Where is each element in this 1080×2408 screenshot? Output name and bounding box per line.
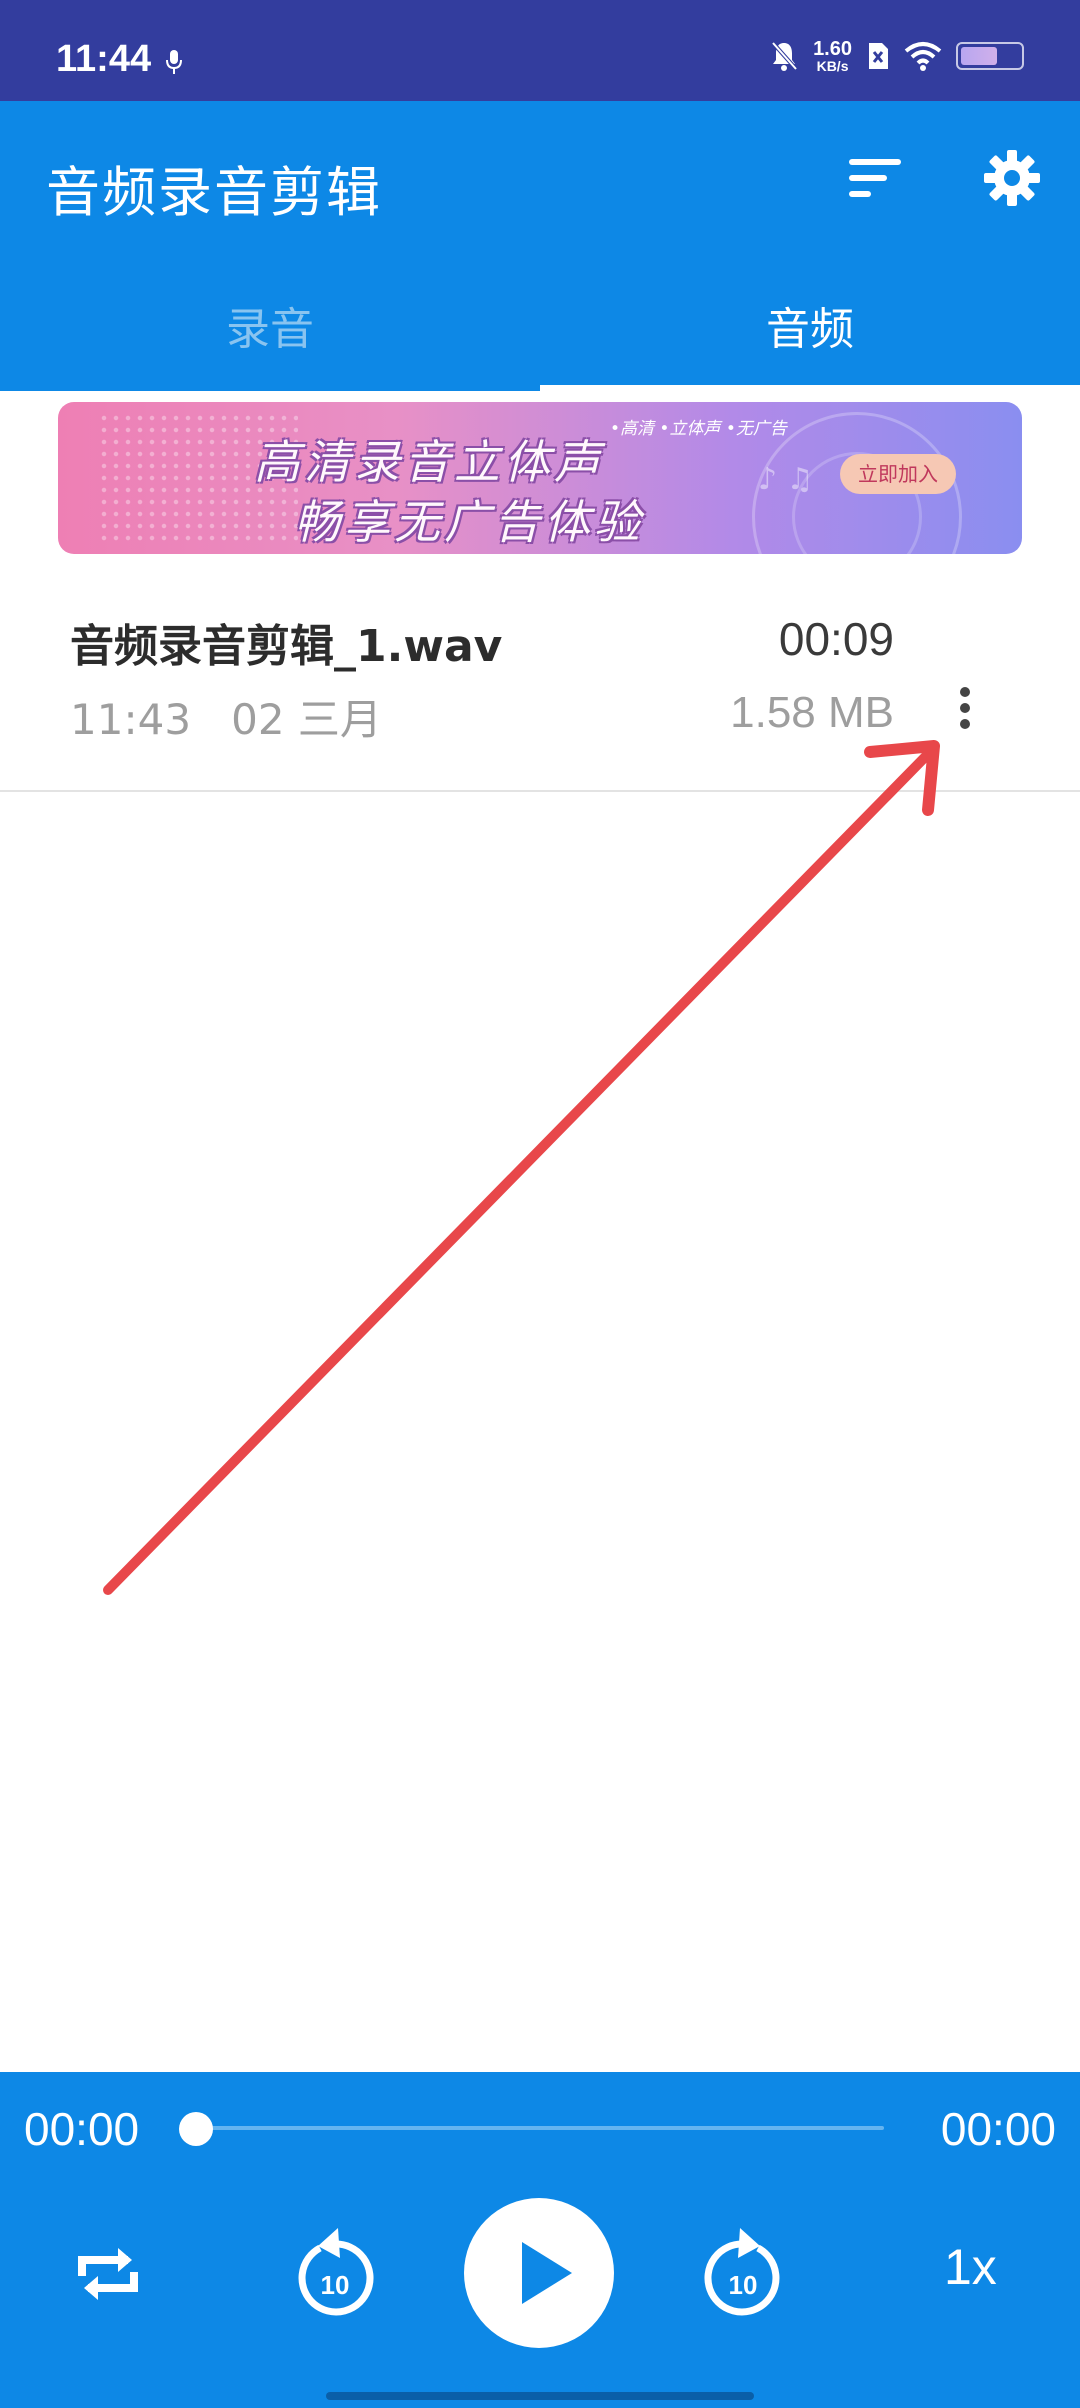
sim-icon <box>869 43 888 69</box>
net-speed: 1.60 KB/s <box>813 39 852 73</box>
current-time: 00:00 <box>24 2103 140 2155</box>
more-vert-icon[interactable] <box>942 684 988 744</box>
battery-level <box>961 47 997 65</box>
rewind-10-icon[interactable]: 10 <box>290 2218 380 2318</box>
banner-subheadline: 畅享无广告体验 <box>294 495 644 549</box>
repeat-icon[interactable] <box>72 2238 144 2310</box>
tab-indicator <box>540 385 1080 391</box>
wifi-icon <box>904 42 942 71</box>
music-note-icon: ♪ ♫ <box>758 462 814 497</box>
tab-record[interactable]: 录音 <box>0 290 540 390</box>
forward-seconds: 10 <box>729 2270 758 2300</box>
file-duration: 00:09 <box>778 613 894 665</box>
status-bar: 11:44 1.60 KB/s <box>0 0 1080 101</box>
mute-bell-icon <box>771 41 798 71</box>
play-button[interactable] <box>464 2198 614 2348</box>
settings-icon[interactable] <box>984 150 1040 206</box>
play-icon <box>522 2242 572 2304</box>
seek-thumb[interactable] <box>179 2112 213 2146</box>
banner-tags: •高清 •立体声 •无广告 <box>610 419 787 439</box>
total-time: 00:00 <box>940 2103 1056 2155</box>
join-button[interactable]: 立即加入 <box>840 454 956 494</box>
net-speed-value: 1.60 <box>813 38 852 60</box>
seek-bar[interactable] <box>196 2126 884 2130</box>
rewind-seconds: 10 <box>321 2270 350 2300</box>
promo-banner[interactable]: ♪ ♫ 高清录音立体声 畅享无广告体验 •高清 •立体声 •无广告 立即加入 <box>58 402 1022 554</box>
home-indicator[interactable] <box>326 2392 754 2400</box>
status-time: 11:44 <box>56 38 152 80</box>
file-name: 音频录音剪辑_1.wav <box>70 621 503 672</box>
audio-player: 00:00 00:00 10 10 1x <box>0 2072 1080 2408</box>
file-datetime: 11:43 02 三月 <box>70 686 382 747</box>
battery-icon <box>956 42 1024 70</box>
list-item[interactable]: 音频录音剪辑_1.wav 00:09 11:43 02 三月 1.58 MB <box>0 570 1080 792</box>
tab-audio[interactable]: 音频 <box>540 290 1080 390</box>
file-size: 1.58 MB <box>730 688 894 737</box>
status-icons: 1.60 KB/s <box>769 36 1024 76</box>
file-time: 11:43 <box>70 695 192 744</box>
net-speed-unit: KB/s <box>816 58 849 74</box>
banner-headline: 高清录音立体声 <box>254 435 604 489</box>
sort-icon[interactable] <box>845 155 905 201</box>
mic-icon <box>166 50 182 74</box>
file-date: 02 三月 <box>231 695 382 744</box>
playback-speed-button[interactable]: 1x <box>944 2238 997 2296</box>
app-title: 音频录音剪辑 <box>46 161 382 224</box>
forward-10-icon[interactable]: 10 <box>698 2218 788 2318</box>
